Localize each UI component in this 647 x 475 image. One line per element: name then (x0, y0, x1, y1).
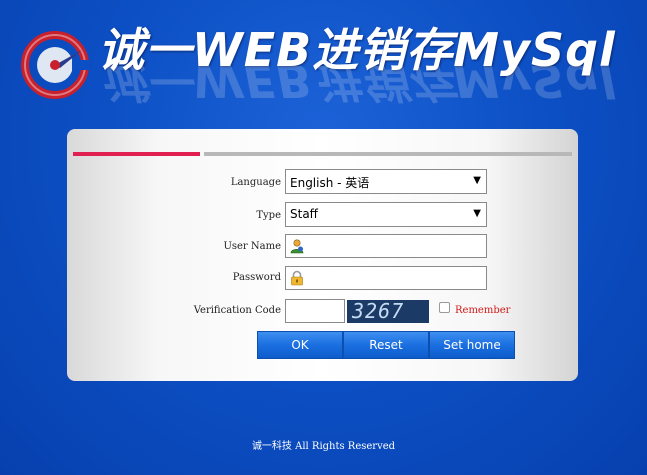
footer-copyright: 诚一科技 All Rights Reserved (251, 441, 396, 452)
type-label: Type (256, 210, 281, 221)
language-select[interactable]: English - 英语 ▼ (285, 169, 487, 194)
password-input[interactable] (285, 266, 487, 290)
progress-bar-track (204, 152, 572, 156)
captcha-image[interactable]: 3267 (347, 300, 429, 323)
verification-input[interactable] (285, 299, 345, 323)
reset-button[interactable]: Reset (343, 331, 429, 359)
progress-bar-active (73, 152, 200, 156)
password-label: Password (232, 272, 281, 283)
logo-icon (21, 31, 90, 99)
remember-label: Remember (455, 305, 511, 316)
username-input[interactable] (285, 234, 487, 258)
language-label: Language (230, 177, 281, 188)
language-value: English - 英语 (290, 176, 370, 190)
set-home-button[interactable]: Set home (429, 331, 515, 359)
lock-icon (291, 270, 303, 286)
user-icon (290, 239, 304, 254)
chevron-down-icon: ▼ (473, 208, 481, 219)
type-select[interactable]: Staff ▼ (285, 202, 487, 227)
username-label: User Name (223, 241, 281, 252)
verification-label: Verification Code (193, 305, 281, 316)
ok-button[interactable]: OK (257, 331, 343, 359)
chevron-down-icon: ▼ (473, 175, 481, 186)
captcha-text: 3267 (352, 300, 405, 323)
type-value: Staff (290, 207, 318, 221)
login-panel: Language English - 英语 ▼ Type Staff ▼ Use… (67, 129, 578, 381)
remember-checkbox[interactable] (439, 302, 450, 313)
app-title-reflection: 诚一WEB进销存MySql (98, 66, 616, 107)
